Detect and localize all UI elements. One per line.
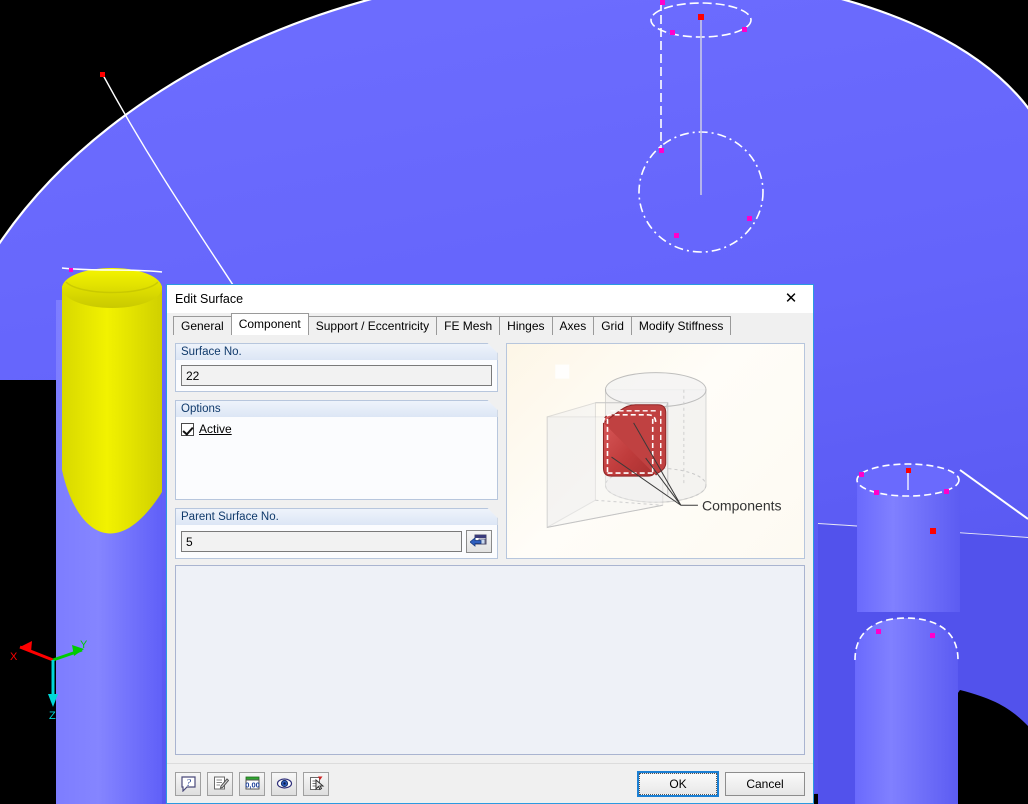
eye-visibility-icon[interactable] [271,772,297,796]
close-icon[interactable]: ✕ [769,285,813,312]
axis-z-label: Z [49,710,56,722]
node-marker [874,490,879,495]
cylinder-right-lower [855,618,958,804]
node-marker [100,72,105,77]
node-marker [674,233,679,238]
tab-modify-stiffness[interactable]: Modify Stiffness [631,316,731,335]
tab-fe-mesh[interactable]: FE Mesh [436,316,500,335]
axis-y-label: Y [80,639,88,651]
node-marker [660,0,665,5]
node-marker [659,148,664,153]
selected-surface-body [62,286,162,534]
node-marker [930,528,936,534]
node-marker [859,472,864,477]
node-marker [747,216,752,221]
active-checkbox[interactable] [181,423,194,436]
dialog-title: Edit Surface [175,292,243,306]
calculator-numeric-icon[interactable]: 0,00 [239,772,265,796]
tab-support-eccentricity[interactable]: Support / Eccentricity [308,316,437,335]
cylinder-right-upper [857,480,960,612]
select-object-icon[interactable] [466,530,492,553]
svg-text:0,00: 0,00 [245,781,260,790]
active-checkbox-label: Active [199,422,232,436]
node-marker [930,633,935,638]
tab-general[interactable]: General [173,316,232,335]
group-surface-no: Surface No. [175,343,498,392]
edit-note-icon[interactable] [207,772,233,796]
component-illustration: Components [506,343,805,559]
component-form-column: Surface No. Options Active [175,343,498,559]
tab-panel-component: Surface No. Options Active [167,334,813,763]
document-cursor-icon[interactable] [303,772,329,796]
node-marker [69,268,73,272]
help-question-icon[interactable]: ? [175,772,201,796]
edit-surface-dialog: Edit Surface ✕ General Component Support… [166,284,814,804]
parent-surface-no-input[interactable] [181,531,462,552]
cancel-button[interactable]: Cancel [725,772,805,796]
surface-no-input[interactable] [181,365,492,386]
group-parent-surface-no: Parent Surface No. [175,508,498,559]
node-marker [698,14,704,20]
tab-component[interactable]: Component [231,313,309,335]
active-checkbox-label-text: Active [199,422,232,436]
axis-x-label: X [10,651,18,663]
background-cutout-left2 [0,380,56,804]
tab-grid[interactable]: Grid [593,316,632,335]
active-checkbox-row[interactable]: Active [181,422,492,436]
group-options-title: Options [175,400,498,417]
dialog-titlebar: Edit Surface ✕ [167,285,813,313]
group-surface-no-title: Surface No. [175,343,498,360]
component-illustration-svg: Components [507,344,804,558]
node-marker [906,468,911,473]
node-marker [670,30,675,35]
dialog-footer: ? 0,00 [167,763,813,803]
ok-button[interactable]: OK [637,771,719,797]
node-marker [944,489,949,494]
illustration-annotation-label: Components [701,497,781,513]
tab-hinges[interactable]: Hinges [499,316,552,335]
component-details-area[interactable] [175,565,805,755]
group-options: Options Active [175,400,498,500]
node-marker [742,27,747,32]
tab-axes[interactable]: Axes [552,316,595,335]
group-parent-surface-no-title: Parent Surface No. [175,508,498,525]
tab-strip: General Component Support / Eccentricity… [167,313,813,335]
svg-text:?: ? [186,778,191,789]
node-marker [876,629,881,634]
ok-button-label: OK [639,773,717,795]
